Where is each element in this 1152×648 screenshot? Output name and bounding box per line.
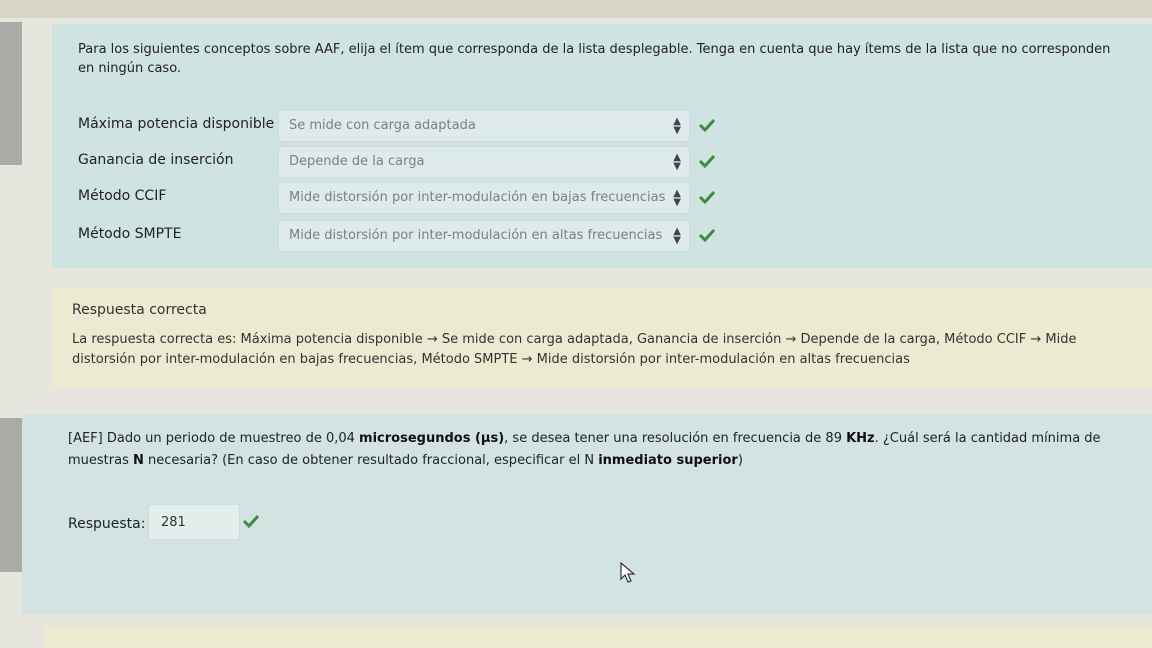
match-dropdown[interactable]: Se mide con carga adaptada ▲ ▼: [278, 110, 690, 142]
feedback-panel: Respuesta correcta La respuesta correcta…: [52, 288, 1152, 388]
match-label: Método CCIF: [78, 188, 167, 204]
feedback-panel-2: [44, 626, 1152, 648]
answer-label: Respuesta:: [68, 516, 146, 532]
question-1-prompt: Para los siguientes conceptos sobre AAF,…: [78, 42, 1111, 76]
top-strip: [0, 0, 1152, 18]
updown-arrow-icon: ▲ ▼: [673, 152, 681, 172]
question-flag-bar: [0, 22, 22, 165]
match-row: Método SMPTE Mide distorsión por inter-m…: [52, 220, 1152, 252]
match-label: Método SMPTE: [78, 226, 182, 242]
feedback-text: La respuesta correcta es: Máxima potenci…: [72, 332, 1077, 367]
check-icon: [698, 228, 716, 243]
dropdown-value: Mide distorsión por inter-modulación en …: [289, 228, 663, 243]
check-icon: [698, 190, 716, 205]
check-icon: [242, 514, 260, 529]
match-dropdown[interactable]: Mide distorsión por inter-modulación en …: [278, 220, 690, 252]
question-flag-bar-2: [0, 418, 22, 572]
dropdown-value: Mide distorsión por inter-modulación en …: [289, 190, 666, 205]
feedback-title: Respuesta correcta: [72, 302, 207, 318]
match-label: Ganancia de inserción: [78, 152, 234, 168]
question-2-text: [AEF] Dado un periodo de muestreo de 0,0…: [68, 431, 1101, 468]
check-icon: [698, 118, 716, 133]
match-row: Ganancia de inserción Depende de la carg…: [52, 146, 1152, 178]
updown-arrow-icon: ▲ ▼: [673, 226, 681, 246]
question-2-panel: [AEF] Dado un periodo de muestreo de 0,0…: [22, 414, 1152, 614]
updown-arrow-icon: ▲ ▼: [673, 116, 681, 136]
mouse-cursor-icon: [620, 562, 636, 583]
question-1-panel: Para los siguientes conceptos sobre AAF,…: [52, 24, 1152, 268]
match-label: Máxima potencia disponible: [78, 116, 275, 132]
match-row: Máxima potencia disponible Se mide con c…: [52, 110, 1152, 142]
check-icon: [698, 154, 716, 169]
match-dropdown[interactable]: Depende de la carga ▲ ▼: [278, 146, 690, 178]
dropdown-value: Depende de la carga: [289, 154, 425, 169]
updown-arrow-icon: ▲ ▼: [673, 188, 681, 208]
match-dropdown[interactable]: Mide distorsión por inter-modulación en …: [278, 182, 690, 214]
answer-input[interactable]: [148, 504, 240, 540]
match-row: Método CCIF Mide distorsión por inter-mo…: [52, 182, 1152, 214]
dropdown-value: Se mide con carga adaptada: [289, 118, 476, 133]
